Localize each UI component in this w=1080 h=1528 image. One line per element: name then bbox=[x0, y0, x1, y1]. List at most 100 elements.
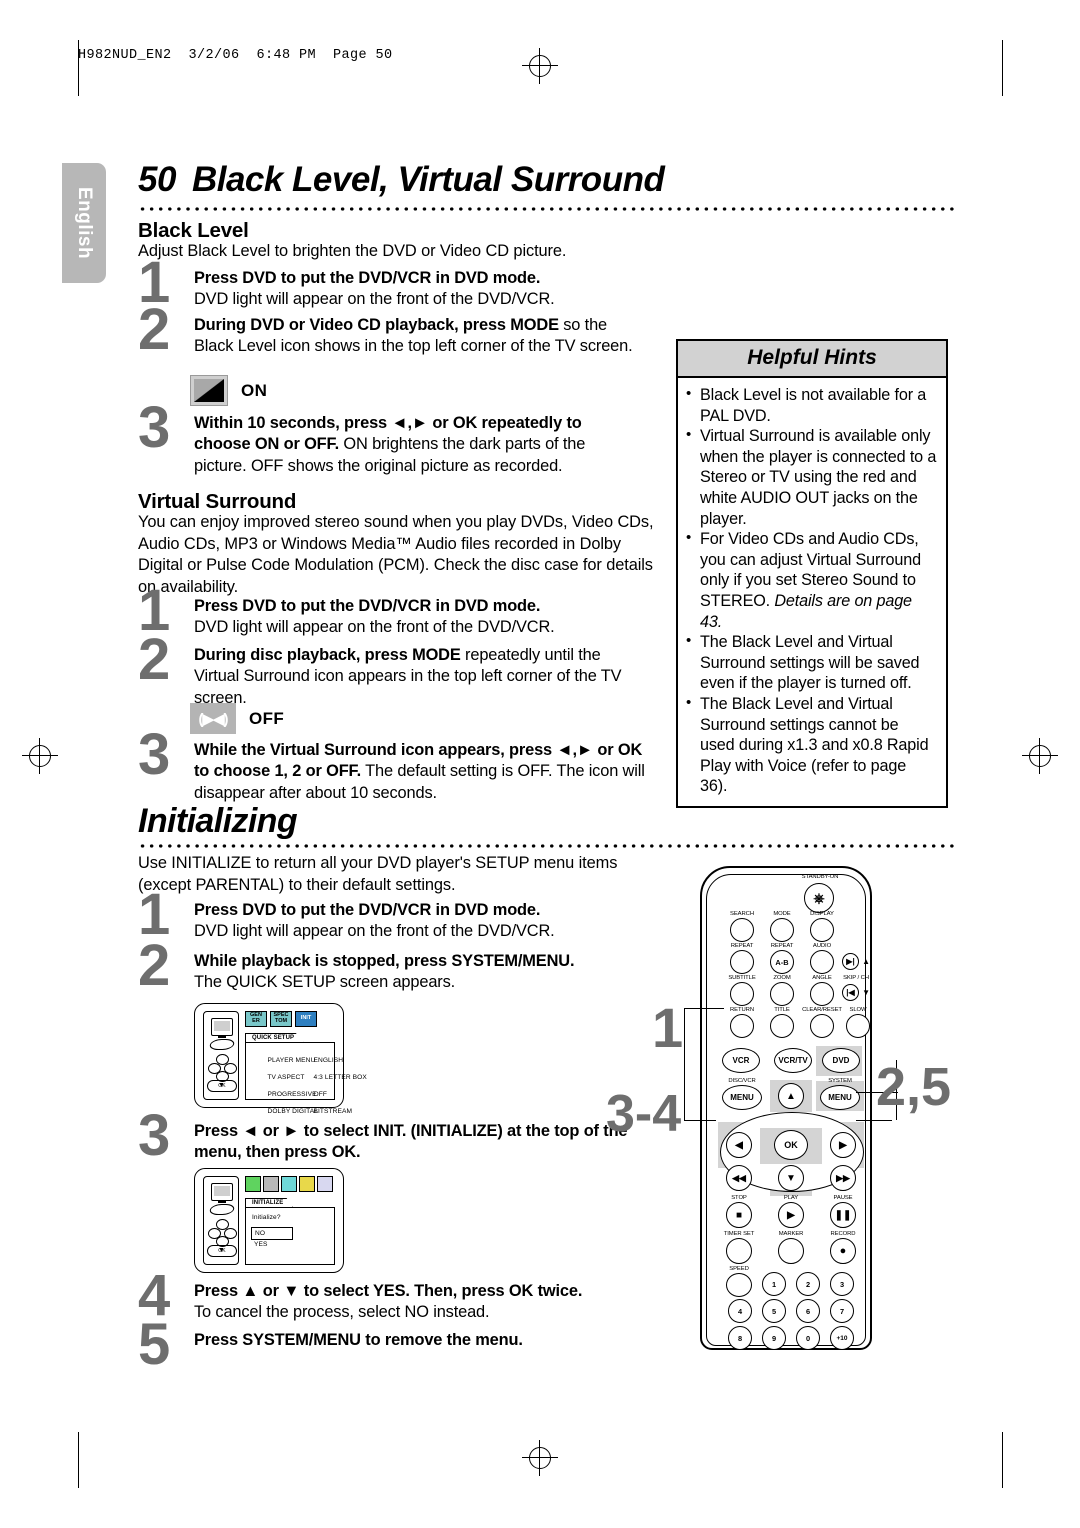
osd-ok-button[interactable]: OK bbox=[207, 1245, 237, 1257]
stop-button[interactable]: ■ bbox=[726, 1202, 752, 1228]
timer-set-label: TIMER SET bbox=[723, 1231, 755, 1237]
osd-sidebar: ▼ OK bbox=[203, 1176, 239, 1265]
osd-row-values: ENGLISH 4:3 LETTER BOX OFF BITSTREAM bbox=[298, 1048, 367, 1125]
osd-tab-init-icon[interactable] bbox=[317, 1176, 333, 1192]
osd-option-label: NO bbox=[255, 1230, 266, 1237]
osd-tab-display-icon[interactable] bbox=[263, 1176, 279, 1192]
callout-leader-top bbox=[684, 1008, 724, 1010]
angle-button[interactable] bbox=[810, 982, 834, 1006]
number-6-button[interactable]: 6 bbox=[796, 1299, 820, 1323]
hint-text: Virtual Surround is available only when … bbox=[700, 427, 937, 528]
callout-leader-top-vertical bbox=[684, 1008, 686, 1120]
nav-left-button[interactable]: ◀ bbox=[726, 1132, 752, 1158]
osd-tab-spec[interactable]: SPEC TOM bbox=[270, 1011, 292, 1027]
virtual-surround-icon-label: OFF bbox=[249, 708, 285, 728]
angle-label: ANGLE bbox=[812, 975, 832, 981]
nav-up-button[interactable]: ▲ bbox=[778, 1083, 804, 1109]
hint-text: The Black Level and Virtual Surround set… bbox=[700, 694, 929, 796]
repeat-ab-button[interactable]: A-B bbox=[770, 950, 794, 974]
fast-forward-button[interactable]: ▶▶ bbox=[830, 1165, 856, 1191]
display-label: DISPLAY bbox=[810, 911, 834, 917]
step-rest: The QUICK SETUP screen appears. bbox=[194, 973, 456, 992]
pause-button[interactable]: ❚❚ bbox=[830, 1202, 856, 1228]
timer-set-button[interactable] bbox=[726, 1238, 752, 1264]
osd-option-no[interactable]: NO bbox=[251, 1227, 293, 1240]
number-9-button[interactable]: 9 bbox=[762, 1326, 786, 1350]
repeat-button[interactable] bbox=[730, 950, 754, 974]
step-body: Press DVD to put the DVD/VCR in DVD mode… bbox=[194, 596, 555, 639]
osd-tab-audio-icon[interactable] bbox=[281, 1176, 297, 1192]
step-bold: Press DVD to put the DVD/VCR in DVD mode… bbox=[194, 269, 541, 287]
play-button[interactable]: ▶ bbox=[778, 1202, 804, 1228]
language-side-tab: English bbox=[62, 163, 106, 283]
osd-tab-init[interactable]: INIT bbox=[295, 1011, 317, 1027]
number-4-button[interactable]: 4 bbox=[728, 1299, 752, 1323]
dvd-button[interactable]: DVD bbox=[822, 1048, 860, 1073]
number-0-button[interactable]: 0 bbox=[796, 1326, 820, 1350]
audio-button[interactable] bbox=[810, 950, 834, 974]
skip-ch-label: SKIP / CH bbox=[843, 975, 869, 981]
title-rule bbox=[138, 206, 956, 212]
osd-value: BITSTREAM bbox=[313, 1108, 353, 1116]
number-8-button[interactable]: 8 bbox=[728, 1326, 752, 1350]
disc-vcr-menu-button[interactable]: MENU bbox=[722, 1085, 762, 1110]
osd-sidebar: ▼ OK bbox=[203, 1011, 239, 1100]
standby-on-button[interactable]: ⎈ bbox=[804, 883, 834, 913]
record-button[interactable]: ● bbox=[830, 1238, 856, 1264]
step-bold: Press DVD to put the DVD/VCR in DVD mode… bbox=[194, 597, 541, 615]
virtual-surround-intro: You can enjoy improved stereo sound when… bbox=[138, 513, 654, 596]
disc-icon bbox=[207, 1204, 237, 1215]
search-button[interactable] bbox=[730, 918, 754, 942]
nav-down-button[interactable]: ▼ bbox=[778, 1165, 804, 1191]
marker-button[interactable] bbox=[778, 1238, 804, 1264]
step-body: Within 10 seconds, press ◄,► or OK repea… bbox=[194, 413, 638, 477]
clear-reset-button[interactable] bbox=[810, 1014, 834, 1038]
callout-step-2-5: 2,5 bbox=[876, 1057, 952, 1117]
skip-forward-button[interactable]: ▶| bbox=[842, 953, 859, 970]
page-title: 50 Black Level, Virtual Surround bbox=[138, 160, 958, 200]
osd-quick-setup-panel: PLAYER MENU TV ASPECT PROGRESSIVE DOLBY … bbox=[245, 1042, 367, 1115]
step-number: 2 bbox=[138, 627, 170, 692]
section-heading-initializing: Initializing bbox=[138, 802, 298, 840]
display-button[interactable] bbox=[810, 918, 834, 942]
number-plus10-button[interactable]: +10 bbox=[830, 1326, 854, 1350]
helpful-hints-box: Helpful Hints Black Level is not availab… bbox=[676, 339, 948, 808]
ok-button[interactable]: OK bbox=[774, 1130, 808, 1160]
virtual-surround-icon-row: (▶◀) OFF bbox=[190, 703, 284, 734]
return-button[interactable] bbox=[730, 1014, 754, 1038]
mode-button[interactable] bbox=[770, 918, 794, 942]
rewind-button[interactable]: ◀◀ bbox=[726, 1165, 752, 1191]
return-label: RETURN bbox=[730, 1007, 754, 1013]
slow-button[interactable] bbox=[846, 1014, 870, 1038]
osd-tab-lock-icon[interactable] bbox=[299, 1176, 315, 1192]
hint-item: Virtual Surround is available only when … bbox=[685, 425, 937, 529]
osd-quick-setup-screen: ▼ OK GEN ER SPEC TOM INIT QUICK SETUP PL… bbox=[194, 1003, 367, 1115]
black-level-intro: Adjust Black Level to brighten the DVD o… bbox=[138, 242, 567, 260]
repeat-ab-label: REPEAT bbox=[770, 943, 794, 949]
number-1-button[interactable]: 1 bbox=[762, 1272, 786, 1296]
skip-back-button[interactable]: |◀ bbox=[842, 984, 859, 1001]
osd-value: 4:3 LETTER BOX bbox=[313, 1073, 367, 1081]
osd-option-yes[interactable]: YES bbox=[254, 1241, 268, 1250]
subtitle-button[interactable] bbox=[730, 982, 754, 1006]
zoom-button[interactable] bbox=[770, 982, 794, 1006]
title-label: TITLE bbox=[774, 1007, 790, 1013]
osd-tab-general-icon[interactable] bbox=[245, 1176, 261, 1192]
vcr-tv-button[interactable]: VCR/TV bbox=[774, 1048, 812, 1073]
number-2-button[interactable]: 2 bbox=[796, 1272, 820, 1296]
number-5-button[interactable]: 5 bbox=[762, 1299, 786, 1323]
nav-right-button[interactable]: ▶ bbox=[830, 1132, 856, 1158]
speed-button[interactable] bbox=[726, 1273, 752, 1297]
system-menu-button[interactable]: MENU bbox=[820, 1085, 860, 1110]
osd-tab-gen[interactable]: GEN ER bbox=[245, 1011, 267, 1027]
section-heading-virtual-surround: Virtual Surround bbox=[138, 490, 297, 513]
osd-ok-button[interactable]: OK bbox=[207, 1080, 237, 1092]
number-3-button[interactable]: 3 bbox=[830, 1272, 854, 1296]
hint-item: Black Level is not available for a PAL D… bbox=[685, 384, 937, 426]
number-7-button[interactable]: 7 bbox=[830, 1299, 854, 1323]
vcr-button[interactable]: VCR bbox=[722, 1048, 760, 1073]
hint-item: The Black Level and Virtual Surround set… bbox=[685, 631, 937, 694]
page-number: 50 bbox=[138, 160, 176, 199]
title-button[interactable] bbox=[770, 1014, 794, 1038]
registration-mark-left bbox=[22, 738, 58, 774]
